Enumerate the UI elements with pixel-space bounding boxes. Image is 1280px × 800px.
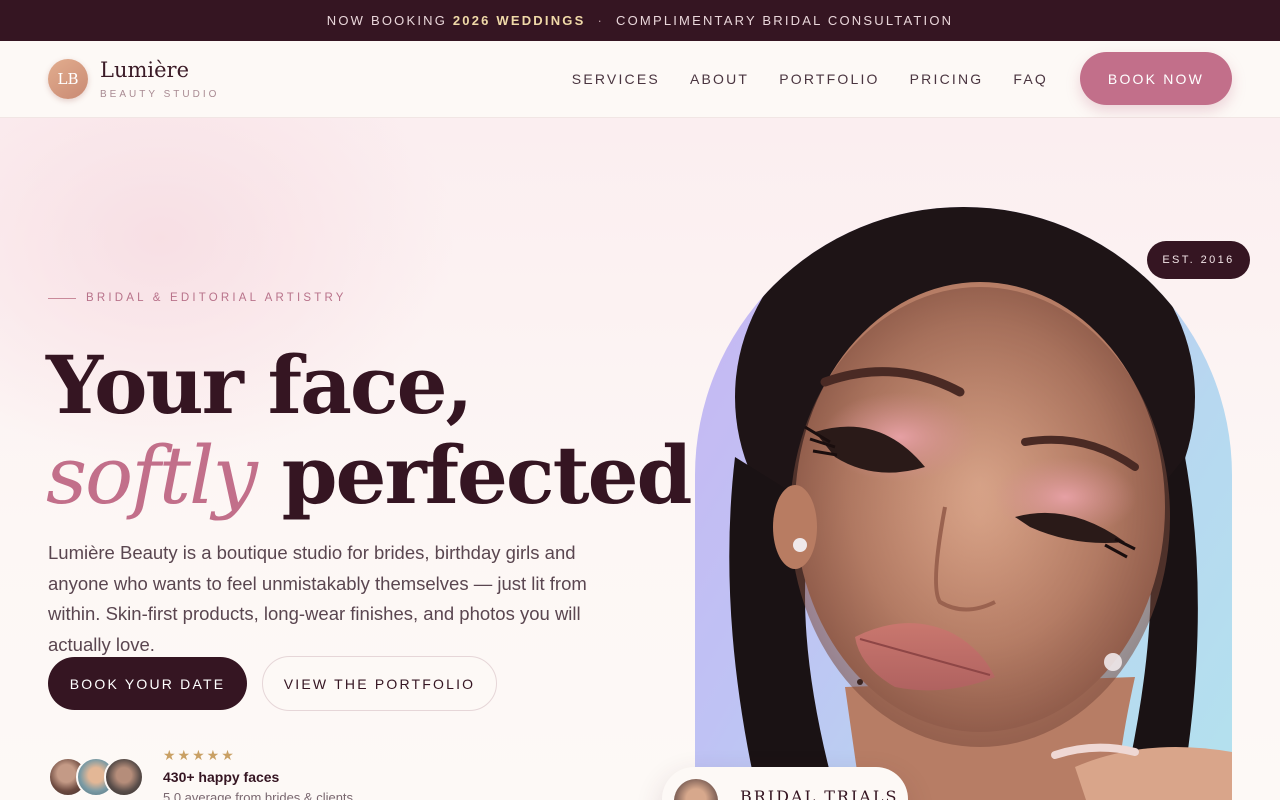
hero-headline: Your face, softly perfected. bbox=[46, 338, 719, 522]
social-proof-title: 430+ happy faces bbox=[163, 769, 280, 785]
hero-section: BRIDAL & EDITORIAL ARTISTRY Your face, s… bbox=[0, 118, 1280, 800]
book-now-button[interactable]: BOOK NOW bbox=[1080, 52, 1232, 105]
book-your-date-button[interactable]: BOOK YOUR DATE bbox=[48, 657, 247, 710]
trial-thumbnail bbox=[674, 779, 718, 800]
nav-pricing[interactable]: PRICING bbox=[910, 71, 984, 87]
site-header: LB Lumière BEAUTY STUDIO SERVICES ABOUT … bbox=[0, 41, 1280, 118]
trial-card-label: BRIDAL TRIALS bbox=[740, 787, 899, 800]
avatar bbox=[104, 757, 144, 797]
eyebrow-rule bbox=[48, 297, 76, 299]
hero-portrait-image bbox=[695, 207, 1232, 800]
established-badge: EST. 2016 bbox=[1147, 241, 1250, 279]
announcement-bar: NOW BOOKING 2026 WEDDINGS · COMPLIMENTAR… bbox=[0, 0, 1280, 41]
nav-about[interactable]: ABOUT bbox=[690, 71, 749, 87]
client-avatars bbox=[48, 757, 148, 797]
nav-services[interactable]: SERVICES bbox=[572, 71, 660, 87]
logo-monogram[interactable]: LB bbox=[48, 59, 88, 99]
bridal-trials-card[interactable]: BRIDAL TRIALS bbox=[662, 767, 908, 800]
headline-line-1: Your face, bbox=[46, 338, 473, 432]
hero-description: Lumière Beauty is a boutique studio for … bbox=[48, 542, 587, 655]
brand-subtitle: BEAUTY STUDIO bbox=[100, 89, 220, 100]
announcement-text: NOW BOOKING bbox=[326, 13, 453, 28]
announcement-separator: · bbox=[597, 13, 605, 28]
announcement-booking: NOW BOOKING 2026 WEDDINGS bbox=[327, 13, 586, 28]
social-proof-subtitle: 5.0 average from brides & clients bbox=[163, 790, 354, 800]
headline-line-2: perfected. bbox=[255, 428, 719, 522]
view-portfolio-button[interactable]: VIEW THE PORTFOLIO bbox=[262, 656, 497, 711]
eyebrow-text: BRIDAL & EDITORIAL ARTISTRY bbox=[86, 292, 347, 304]
hero-eyebrow: BRIDAL & EDITORIAL ARTISTRY bbox=[48, 292, 347, 304]
rating-stars-icon: ★★★★★ bbox=[163, 748, 236, 764]
announcement-highlight: 2026 WEDDINGS bbox=[452, 13, 586, 28]
announcement-consultation: COMPLIMENTARY BRIDAL CONSULTATION bbox=[616, 13, 954, 28]
headline-italic-word: softly bbox=[46, 429, 258, 522]
brand-name[interactable]: Lumière bbox=[100, 58, 189, 82]
nav-faq[interactable]: FAQ bbox=[1013, 71, 1048, 87]
portrait-illustration bbox=[729, 207, 1232, 800]
nav-portfolio[interactable]: PORTFOLIO bbox=[779, 71, 879, 87]
main-nav: SERVICES ABOUT PORTFOLIO PRICING FAQ bbox=[542, 71, 1048, 87]
